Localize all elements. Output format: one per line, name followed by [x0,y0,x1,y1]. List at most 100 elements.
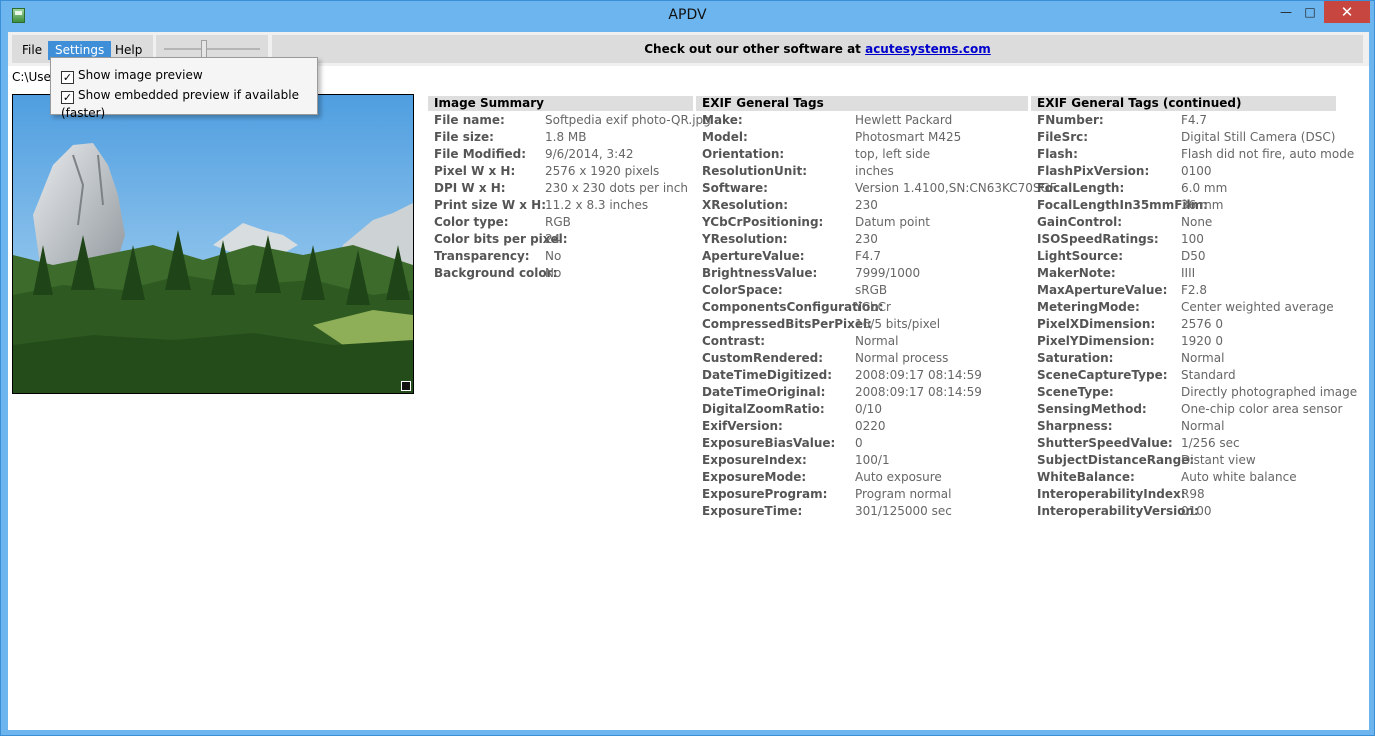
zoom-slider-track[interactable] [164,48,260,50]
property-key: Sharpness: [1037,419,1113,433]
property-row: ExposureMode: Auto exposure [696,469,1028,486]
property-value: Normal [1181,351,1225,365]
property-row: Print size W x H: 11.2 x 8.3 inches [428,197,693,214]
property-value: 0 [855,436,863,450]
checkbox-icon[interactable]: ✓ [61,91,74,104]
property-key: Saturation: [1037,351,1114,365]
property-row: WhiteBalance: Auto white balance [1031,469,1336,486]
exif-general-header: EXIF General Tags [696,96,1028,111]
property-row: ExposureIndex: 100/1 [696,452,1028,469]
property-key: Flash: [1037,147,1078,161]
property-row: CompressedBitsPerPixel: 16/5 bits/pixel [696,316,1028,333]
exif-general-panel: EXIF General Tags Make: Hewlett Packard Mo… [696,96,1057,520]
property-row: ShutterSpeedValue: 1/256 sec [1031,435,1336,452]
property-key: ExposureMode: [702,470,807,484]
property-value: Photosmart M425 [855,130,962,144]
property-value: 2576 0 [1181,317,1223,331]
property-key: YResolution: [702,232,788,246]
property-value: Flash did not fire, auto mode [1181,147,1355,161]
property-value: 100/1 [855,453,890,467]
property-key: SceneType: [1037,385,1114,399]
property-row: Background color: No [428,265,693,282]
property-key: InteroperabilityVersion: [1037,504,1199,518]
property-key: XResolution: [702,198,789,212]
property-value: 230 [855,232,878,246]
property-value: Datum point [855,215,931,229]
property-value: D50 [1181,249,1206,263]
property-key: Contrast: [702,334,766,348]
property-value: YCbCr [855,300,891,314]
property-key: PixelYDimension: [1037,334,1155,348]
property-key: FileSrc: [1037,130,1089,144]
property-row: YResolution: 230 [696,231,1028,248]
property-row: SceneCaptureType: Standard [1031,367,1336,384]
property-key: DateTimeDigitized: [702,368,833,382]
property-row: DigitalZoomRatio: 0/10 [696,401,1028,418]
image-preview[interactable] [12,94,414,394]
zoom-slider-thumb[interactable] [201,40,207,58]
property-value: 11.2 x 8.3 inches [545,198,649,212]
property-value: Version 1.4100,SN:CN63KC70SGF [855,181,1057,195]
banner-link[interactable]: acutesystems.com [865,42,991,56]
property-row: MaxApertureValue: F2.8 [1031,282,1336,299]
property-value: Digital Still Camera (DSC) [1181,130,1336,144]
property-value: 36 mm [1181,198,1224,212]
property-value: 2008:09:17 08:14:59 [855,368,982,382]
property-key: ExifVersion: [702,419,783,433]
property-value: Auto white balance [1181,470,1297,484]
property-key: File Modified: [434,147,527,161]
property-value: IIII [1181,266,1196,280]
property-row: YCbCrPositioning: Datum point [696,214,1028,231]
property-value: Center weighted average [1181,300,1334,314]
window-title: APDV [668,7,707,23]
property-value: top, left side [855,147,931,161]
property-key: ExposureBiasValue: [702,436,836,450]
property-key: File size: [434,130,494,144]
property-row: FNumber: F4.7 [1031,112,1336,129]
menu-item-show-embedded-preview[interactable]: ✓ Show embedded preview if available (fas… [61,86,317,120]
property-value: 230 x 230 dots per inch [545,181,688,195]
menu-item-show-image-preview[interactable]: ✓ Show image preview [61,66,203,84]
property-key: MeteringMode: [1037,300,1140,314]
close-button[interactable]: ✕ [1324,1,1370,23]
property-value: Program normal [855,487,952,501]
property-key: Model: [702,130,748,144]
property-row: Pixel W x H: 2576 x 1920 pixels [428,163,693,180]
property-row: File size: 1.8 MB [428,129,693,146]
property-key: DateTimeOriginal: [702,385,826,399]
checkbox-icon[interactable]: ✓ [61,71,74,84]
property-row: FocalLengthIn35mmFilm: 36 mm [1031,197,1336,214]
property-value: No [545,266,562,280]
expand-icon[interactable] [401,381,411,391]
property-value: 2008:09:17 08:14:59 [855,385,982,399]
property-key: File name: [434,113,505,127]
property-key: SceneCaptureType: [1037,368,1168,382]
exif-continued-panel: EXIF General Tags (continued) FNumber: F4… [1031,96,1357,520]
property-row: InteroperabilityVersion: 0100 [1031,503,1336,520]
minimize-button[interactable]: — [1275,1,1297,23]
property-row: ExposureTime: 301/125000 sec [696,503,1028,520]
property-key: MaxApertureValue: [1037,283,1168,297]
menu-file[interactable]: File [15,41,49,60]
property-row: ExposureBiasValue: 0 [696,435,1028,452]
title-bar[interactable]: APDV — □ ✕ [1,1,1374,31]
property-row: CustomRendered: Normal process [696,350,1028,367]
property-value: 301/125000 sec [855,504,952,518]
property-key: MakerNote: [1037,266,1116,280]
property-value: 230 [855,198,878,212]
property-row: Orientation: top, left side [696,146,1028,163]
property-value: Distant view [1181,453,1256,467]
property-value: No [545,249,562,263]
property-value: Standard [1181,368,1236,382]
property-key: YCbCrPositioning: [702,215,824,229]
maximize-button[interactable]: □ [1299,1,1321,23]
property-row: ISOSpeedRatings: 100 [1031,231,1336,248]
property-value: Softpedia exif photo-QR.jpg [545,113,711,127]
property-key: BrightnessValue: [702,266,818,280]
property-row: Sharpness: Normal [1031,418,1336,435]
property-value: One-chip color area sensor [1181,402,1343,416]
property-row: ApertureValue: F4.7 [696,248,1028,265]
property-key: FlashPixVersion: [1037,164,1150,178]
property-value: F4.7 [855,249,881,263]
property-value: 6.0 mm [1181,181,1228,195]
